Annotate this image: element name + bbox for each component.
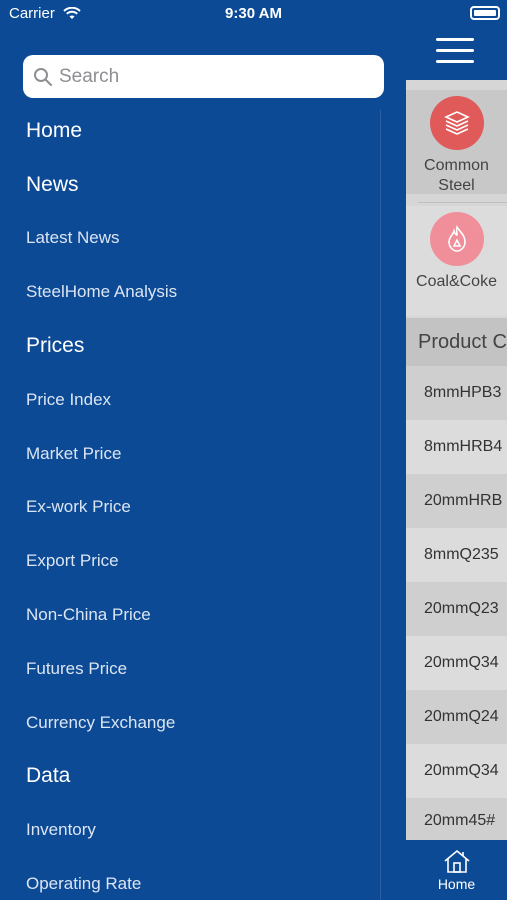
menu-item-news[interactable]: News [26, 158, 376, 212]
search-input[interactable] [59, 65, 359, 88]
menu-item-latest-news[interactable]: Latest News [26, 212, 376, 266]
category-label: Coal&Coke [416, 273, 497, 290]
tab-home[interactable]: Home [406, 840, 507, 900]
product-row[interactable]: 20mmQ24 [406, 690, 507, 744]
product-row[interactable]: 20mmQ34 [406, 636, 507, 690]
menu-item-price-index[interactable]: Price Index [26, 373, 376, 427]
menu-item-export-price[interactable]: Export Price [26, 534, 376, 588]
menu-item-currency-exchange[interactable]: Currency Exchange [26, 696, 376, 750]
search-bar[interactable] [23, 55, 384, 98]
menu-item-ex-work-price[interactable]: Ex-work Price [26, 481, 376, 535]
category-coal-coke[interactable]: Coal&Coke [406, 206, 507, 316]
product-row[interactable]: 8mmQ235 [406, 528, 507, 582]
drawer-menu: Home News Latest News SteelHome Analysis… [26, 104, 376, 900]
side-drawer: Carrier 9:30 AM Home News Latest News St… [0, 0, 406, 900]
status-time: 9:30 AM [225, 5, 282, 22]
hamburger-menu-icon[interactable] [436, 38, 474, 66]
tab-home-label: Home [437, 876, 476, 892]
menu-item-futures-price[interactable]: Futures Price [26, 642, 376, 696]
product-row[interactable]: 8mmHRB4 [406, 420, 507, 474]
menu-item-non-china-price[interactable]: Non-China Price [26, 588, 376, 642]
coal-fire-icon [429, 212, 484, 266]
menu-item-prices[interactable]: Prices [26, 319, 376, 373]
divider [418, 202, 507, 203]
menu-item-data[interactable]: Data [26, 750, 376, 804]
menu-item-inventory[interactable]: Inventory [26, 803, 376, 857]
product-row[interactable]: 20mmQ34 [406, 744, 507, 798]
home-icon [443, 849, 470, 873]
category-common-steel[interactable]: Common Steel [406, 90, 507, 194]
drawer-divider [380, 110, 381, 900]
product-header: Product C [406, 318, 507, 366]
menu-item-operating-rate[interactable]: Operating Rate [26, 857, 376, 900]
product-row[interactable]: 20mm45# [406, 798, 507, 840]
product-row[interactable]: 8mmHPB3 [406, 366, 507, 420]
menu-item-home[interactable]: Home [26, 104, 376, 158]
category-label: Common Steel [424, 157, 489, 194]
menu-item-steelhome-analysis[interactable]: SteelHome Analysis [26, 265, 376, 319]
search-icon [34, 67, 52, 86]
main-content: Common Steel Coal&Coke Product C 8mmHPB3 … [406, 0, 507, 900]
steel-stack-icon [429, 96, 484, 150]
product-row[interactable]: 20mmHRB [406, 474, 507, 528]
product-row[interactable]: 20mmQ23 [406, 582, 507, 636]
menu-item-market-price[interactable]: Market Price [26, 427, 376, 481]
